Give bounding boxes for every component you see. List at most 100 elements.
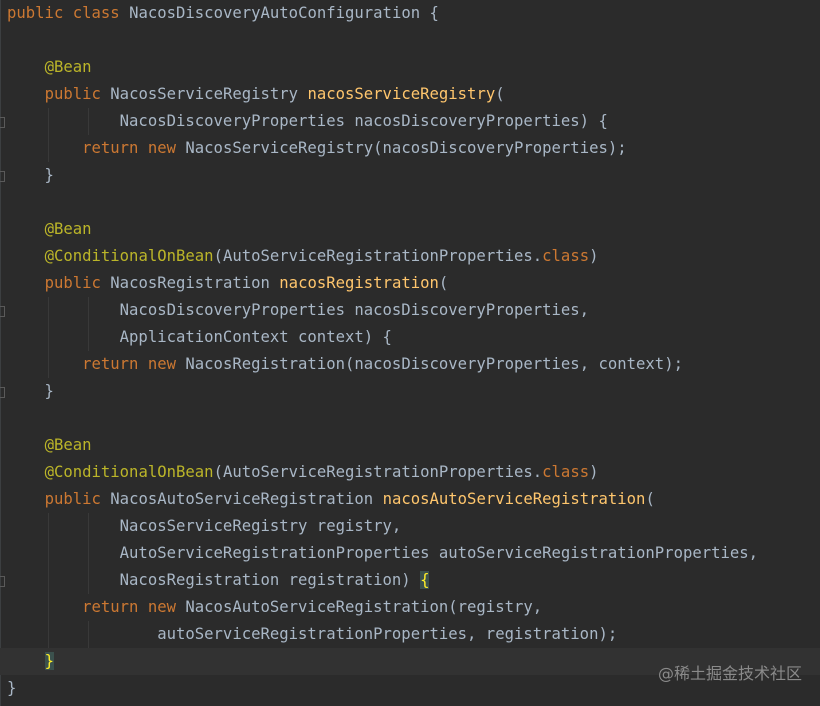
- code-token: }: [7, 166, 54, 184]
- keyword-token: return new: [82, 355, 176, 373]
- code-line[interactable]: [7, 405, 820, 432]
- code-token: NacosDiscoveryProperties nacosDiscoveryP…: [7, 112, 608, 130]
- indent-guide: [88, 540, 89, 567]
- code-token: ApplicationContext context) {: [7, 328, 392, 346]
- keyword-token: class: [542, 463, 590, 481]
- code-area[interactable]: public class NacosDiscoveryAutoConfigura…: [0, 0, 820, 702]
- indent-guide: [48, 297, 49, 324]
- gutter-border: [0, 0, 1, 706]
- code-line[interactable]: return new NacosRegistration(nacosDiscov…: [7, 351, 820, 378]
- code-line[interactable]: }: [7, 162, 820, 189]
- code-line[interactable]: ApplicationContext context) {: [7, 324, 820, 351]
- fold-marker-icon[interactable]: [0, 387, 5, 398]
- code-token: NacosRegistration registration): [7, 571, 421, 589]
- code-line[interactable]: public NacosServiceRegistry nacosService…: [7, 81, 820, 108]
- code-token: ): [589, 463, 599, 481]
- keyword-token: return new: [82, 139, 176, 157]
- code-token: AutoServiceRegistrationProperties autoSe…: [7, 544, 759, 562]
- code-token: (: [438, 274, 449, 292]
- code-line[interactable]: NacosRegistration registration) {: [7, 567, 820, 594]
- fold-marker-icon[interactable]: [0, 117, 5, 128]
- fold-marker-icon[interactable]: [0, 171, 5, 182]
- indent-guide: [48, 135, 49, 162]
- indent-guide: [88, 324, 89, 351]
- indent-guide: [88, 108, 89, 135]
- code-line[interactable]: AutoServiceRegistrationProperties autoSe…: [7, 540, 820, 567]
- indent-guide: [48, 324, 49, 351]
- code-line[interactable]: NacosDiscoveryProperties nacosDiscoveryP…: [7, 108, 820, 135]
- code-token: NacosServiceRegistry registry,: [7, 517, 402, 535]
- code-token: (: [495, 85, 505, 103]
- code-line[interactable]: return new NacosAutoServiceRegistration(…: [7, 594, 820, 621]
- code-token: autoServiceRegistrationProperties, regis…: [7, 625, 618, 643]
- code-line[interactable]: @Bean: [7, 216, 820, 243]
- code-token: }: [7, 679, 17, 697]
- code-line[interactable]: @ConditionalOnBean(AutoServiceRegistrati…: [7, 459, 820, 486]
- indent-guide: [48, 540, 49, 567]
- keyword-token: class: [72, 4, 120, 22]
- annotation-token: @Bean: [44, 220, 92, 238]
- keyword-token: public: [7, 4, 64, 22]
- code-line[interactable]: return new NacosServiceRegistry(nacosDis…: [7, 135, 820, 162]
- code-line[interactable]: }: [7, 378, 820, 405]
- code-line[interactable]: @ConditionalOnBean(AutoServiceRegistrati…: [7, 243, 820, 270]
- code-token: NacosRegistration(nacosDiscoveryProperti…: [176, 355, 683, 373]
- code-line[interactable]: public class NacosDiscoveryAutoConfigura…: [7, 0, 820, 27]
- keyword-token: public: [44, 490, 101, 508]
- code-line[interactable]: NacosDiscoveryProperties nacosDiscoveryP…: [7, 297, 820, 324]
- indent-guide: [88, 513, 89, 540]
- code-token: ): [589, 247, 599, 265]
- indent-guide: [48, 567, 49, 594]
- matched-brace-token: {: [420, 571, 430, 589]
- code-line[interactable]: [7, 27, 820, 54]
- keyword-token: class: [542, 247, 590, 265]
- method-name-token: nacosRegistration: [279, 274, 439, 292]
- code-line[interactable]: @Bean: [7, 432, 820, 459]
- code-token: NacosRegistration: [100, 274, 280, 292]
- code-line[interactable]: public NacosRegistration nacosRegistrati…: [7, 270, 820, 297]
- code-token: NacosAutoServiceRegistration(registry,: [176, 598, 543, 616]
- indent-guide: [48, 621, 49, 648]
- annotation-token: @Bean: [44, 58, 92, 76]
- matched-brace-token: }: [44, 652, 54, 670]
- annotation-token: @Bean: [44, 436, 92, 454]
- code-editor[interactable]: public class NacosDiscoveryAutoConfigura…: [0, 0, 820, 706]
- fold-marker-icon[interactable]: [0, 576, 5, 587]
- code-line[interactable]: autoServiceRegistrationProperties, regis…: [7, 621, 820, 648]
- code-line[interactable]: @Bean: [7, 54, 820, 81]
- indent-guide: [48, 594, 49, 621]
- code-token: (AutoServiceRegistrationProperties.: [213, 463, 543, 481]
- code-token: (AutoServiceRegistrationProperties.: [213, 247, 543, 265]
- code-token: }: [7, 382, 54, 400]
- code-token: NacosAutoServiceRegistration: [100, 490, 383, 508]
- annotation-token: @ConditionalOnBean: [44, 247, 214, 265]
- keyword-token: public: [44, 85, 101, 103]
- watermark: @稀土掘金技术社区: [657, 664, 802, 683]
- method-name-token: nacosAutoServiceRegistration: [382, 490, 646, 508]
- method-name-token: nacosServiceRegistry: [307, 85, 496, 103]
- code-line[interactable]: NacosServiceRegistry registry,: [7, 513, 820, 540]
- indent-guide: [48, 513, 49, 540]
- code-token: NacosDiscoveryProperties nacosDiscoveryP…: [7, 301, 590, 319]
- code-line[interactable]: public NacosAutoServiceRegistration naco…: [7, 486, 820, 513]
- indent-guide: [48, 351, 49, 378]
- fold-marker-icon[interactable]: [0, 306, 5, 317]
- keyword-token: return new: [82, 598, 176, 616]
- indent-guide: [88, 621, 89, 648]
- code-token: NacosServiceRegistry: [100, 85, 308, 103]
- code-token: (: [645, 490, 655, 508]
- code-line[interactable]: [7, 189, 820, 216]
- code-token: NacosServiceRegistry(nacosDiscoveryPrope…: [176, 139, 627, 157]
